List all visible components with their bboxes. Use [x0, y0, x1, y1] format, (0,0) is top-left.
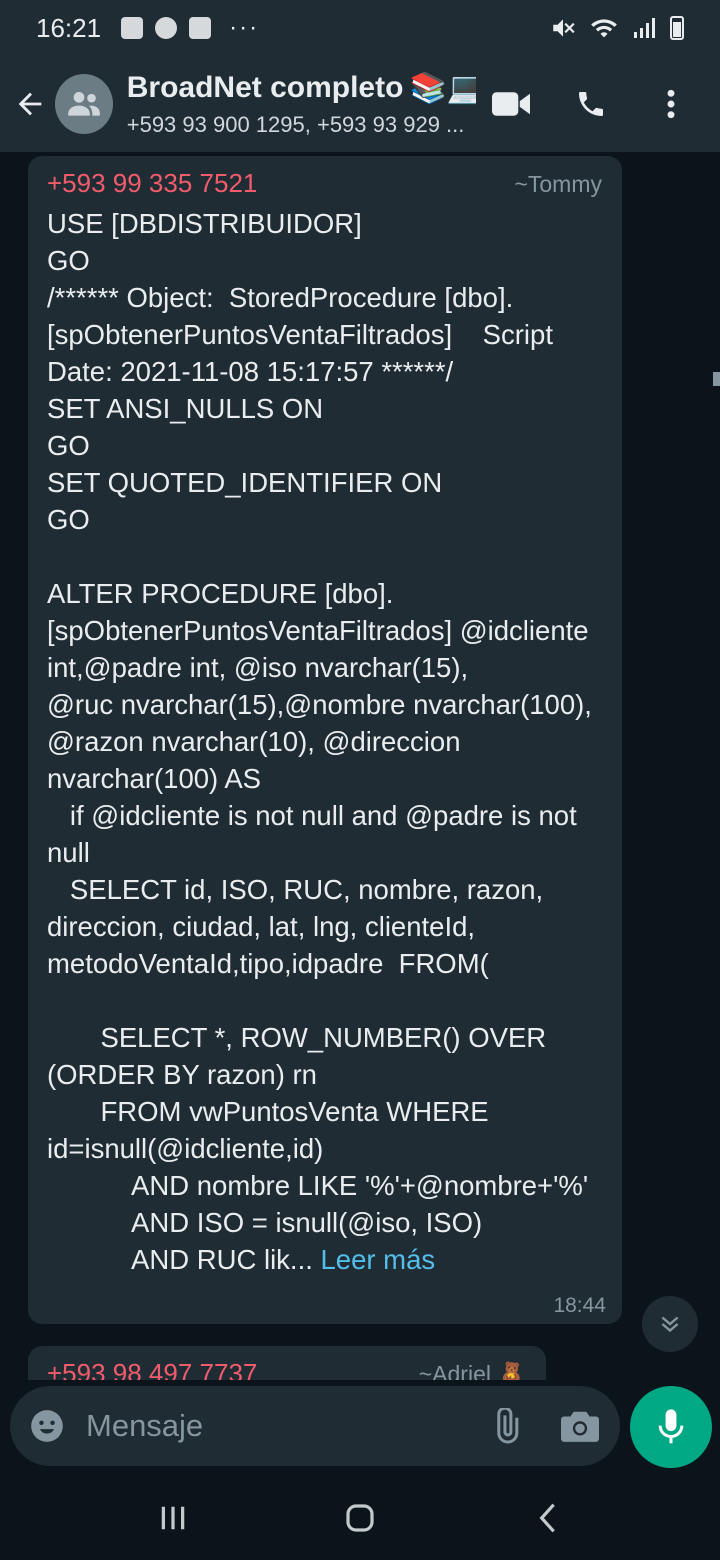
video-camera-icon: [492, 92, 531, 116]
gallery-notification-icon: [121, 17, 144, 39]
message-sender-name: ~Adriel 🧸: [418, 1361, 526, 1380]
message-text: USE [DBDISTRIBUIDOR] GO /****** Object: …: [47, 205, 602, 1278]
header-actions: [476, 74, 706, 134]
message-input-bar: Mensaje: [10, 1386, 620, 1466]
message-bubble[interactable]: +593 99 335 7521 ~Tommy USE [DBDISTRIBUI…: [28, 156, 622, 1324]
message-sender-name: ~Tommy: [514, 171, 602, 197]
recent-apps-icon: [162, 1506, 185, 1530]
recent-apps-button[interactable]: [133, 1488, 213, 1548]
emoji-icon[interactable]: [28, 1407, 66, 1445]
group-icon: [67, 92, 100, 116]
message-text-content: USE [DBDISTRIBUIDOR] GO /****** Object: …: [47, 208, 592, 1275]
attach-button[interactable]: [484, 1404, 528, 1448]
status-time: 16:21: [36, 12, 102, 43]
camera-icon: [561, 1411, 599, 1442]
signal-icon: [634, 18, 655, 38]
status-bar: 16:21 ···: [0, 0, 720, 56]
message-sender-row: +593 98 497 7737 ~Adriel 🧸: [47, 1358, 526, 1380]
back-arrow-icon: [18, 92, 42, 116]
message-bubble[interactable]: +593 98 497 7737 ~Adriel 🧸: [28, 1346, 546, 1380]
skype-notification-icon: [155, 17, 178, 39]
more-vert-icon: [667, 89, 675, 119]
chevron-left-icon: [539, 1503, 555, 1533]
voice-message-button[interactable]: [630, 1386, 712, 1468]
message-sender-phone[interactable]: +593 98 497 7737: [47, 1358, 257, 1380]
back-button[interactable]: [6, 74, 55, 134]
more-notifications-icon: ···: [229, 14, 260, 41]
scroll-to-bottom-button[interactable]: [642, 1296, 698, 1352]
system-back-button[interactable]: [507, 1488, 587, 1548]
menu-button[interactable]: [636, 74, 706, 134]
chat-title-text: BroadNet completo: [126, 71, 404, 104]
video-call-button[interactable]: [476, 74, 546, 134]
wifi-icon: [591, 19, 617, 38]
voice-call-button[interactable]: [556, 74, 626, 134]
double-chevron-down-icon: [661, 1316, 679, 1333]
home-button[interactable]: [320, 1488, 400, 1548]
chat-participants: +593 93 900 1295, +593 93 929 ...: [126, 111, 465, 137]
system-navigation-bar: [0, 1476, 720, 1560]
camera-button[interactable]: [558, 1404, 602, 1448]
chat-title: BroadNet completo 📚💻: [127, 71, 476, 106]
chat-title-emoji: 📚💻: [409, 71, 477, 105]
scrollbar-thumb[interactable]: [713, 372, 720, 386]
battery-icon: [670, 16, 684, 40]
message-sender-phone[interactable]: +593 99 335 7521: [47, 168, 257, 199]
notification-icons: ···: [121, 14, 259, 42]
message-input[interactable]: Mensaje: [86, 1408, 454, 1444]
chat-header: BroadNet completo 📚💻 +593 93 900 1295, +…: [0, 56, 720, 152]
group-avatar[interactable]: [54, 74, 113, 134]
message-sender-row: +593 99 335 7521 ~Tommy: [47, 168, 602, 199]
phone-icon: [579, 92, 604, 116]
home-icon: [346, 1504, 374, 1532]
mute-icon: [553, 19, 575, 37]
microphone-icon: [658, 1409, 684, 1444]
paperclip-icon: [497, 1408, 519, 1444]
message-time: 18:44: [553, 1294, 606, 1317]
whatsapp-group-chat-screen: 16:21 ··· BroadNet completo 📚💻 +593 93 9…: [0, 0, 720, 1560]
facebook-notification-icon: [189, 17, 212, 39]
chat-title-block[interactable]: BroadNet completo 📚💻 +593 93 900 1295, +…: [127, 71, 476, 138]
chat-messages[interactable]: +593 99 335 7521 ~Tommy USE [DBDISTRIBUI…: [0, 152, 720, 1380]
read-more-link[interactable]: Leer más: [321, 1244, 436, 1275]
system-icons: [550, 15, 684, 41]
